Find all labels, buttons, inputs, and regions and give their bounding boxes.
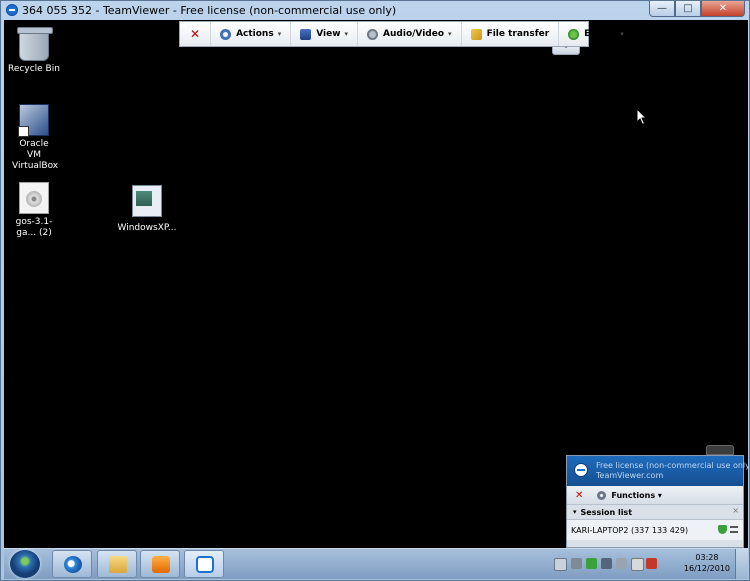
volume-muted-icon[interactable] [646, 558, 657, 569]
session-panel-tab[interactable] [706, 445, 734, 455]
clock-date: 16/12/2010 [683, 564, 730, 573]
menu-icon[interactable] [730, 526, 738, 533]
session-name: KARI-LAPTOP2 (337 133 429) [571, 525, 689, 535]
chevron-down-icon: ▾ [277, 30, 282, 38]
close-connection-button[interactable]: ✕ [180, 22, 212, 46]
chevron-down-icon: ▾ [448, 30, 452, 38]
teamviewer-icon [196, 556, 214, 573]
network-share-icon[interactable] [571, 558, 582, 569]
remote-desktop[interactable]: Recycle Bin Oracle VM VirtualBox gos-3.1… [4, 20, 748, 548]
taskbar-media-player[interactable] [140, 550, 180, 578]
desktop-icon-label: Recycle Bin [8, 64, 60, 74]
internet-explorer-icon [64, 556, 82, 573]
functions-icon [597, 490, 607, 500]
file-transfer-label: File transfer [486, 29, 550, 39]
taskbar-teamviewer[interactable] [184, 550, 224, 578]
action-center-icon[interactable] [631, 558, 644, 571]
actions-icon [220, 28, 232, 40]
session-panel: Free license (non-commercial use only) T… [566, 455, 748, 548]
extras-icon [568, 28, 580, 40]
recycle-bin-icon [17, 27, 53, 61]
session-functions-bar: ✕ Functions ▾ [567, 486, 743, 505]
taskbar: 03:28 16/12/2010 [4, 548, 748, 579]
chevron-down-icon: ▾ [620, 30, 624, 38]
speaker-icon [367, 28, 379, 40]
minimize-button[interactable]: — [649, 1, 675, 17]
keyboard-icon[interactable] [554, 558, 567, 571]
toolbar-collapse-tab[interactable]: ⌃ [552, 47, 580, 55]
clock[interactable]: 03:28 16/12/2010 [684, 552, 730, 574]
view-menu[interactable]: View ▾ [291, 22, 359, 46]
close-button[interactable]: ✕ [701, 1, 745, 17]
session-row[interactable]: KARI-LAPTOP2 (337 133 429) [567, 520, 743, 540]
taskbar-internet-explorer[interactable] [52, 550, 92, 578]
desktop-icon-gos[interactable]: gos-3.1-ga... (2) [4, 182, 67, 239]
teamviewer-logo-icon [574, 463, 588, 477]
extras-label: Extras [584, 29, 617, 39]
desktop-icon-virtualbox[interactable]: Oracle VM VirtualBox [4, 104, 67, 172]
teamviewer-logo-icon [6, 4, 18, 16]
desktop-icon-label: Oracle VM VirtualBox [12, 139, 59, 171]
session-list-header[interactable]: ▾ Session list × [567, 505, 743, 520]
audio-video-menu[interactable]: Audio/Video ▾ [358, 22, 462, 46]
battery-icon[interactable] [616, 558, 627, 569]
file-transfer-icon [470, 28, 482, 40]
actions-label: Actions [236, 29, 274, 39]
shield-icon [718, 525, 727, 534]
window-title: 364 055 352 - TeamViewer - Free license … [22, 4, 397, 17]
collapse-icon: ▾ [573, 508, 577, 516]
explorer-folder-icon [109, 556, 127, 573]
clock-time: 03:28 [695, 553, 719, 562]
start-button[interactable] [10, 550, 40, 578]
taskbar-explorer[interactable] [97, 550, 137, 578]
desktop-icon-label: WindowsXP... [117, 223, 177, 233]
extras-menu[interactable]: Extras ▾ [559, 22, 633, 46]
maximize-button[interactable]: □ [675, 1, 701, 17]
file-transfer-button[interactable]: File transfer [462, 22, 560, 46]
close-session-button[interactable]: ✕ [575, 490, 583, 501]
view-label: View [316, 29, 341, 39]
desktop-icon-label: gos-3.1-ga... (2) [15, 217, 53, 238]
teamviewer-window: 364 055 352 - TeamViewer - Free license … [0, 0, 750, 581]
actions-menu[interactable]: Actions ▾ [211, 22, 292, 46]
session-list-close-button[interactable]: × [732, 506, 739, 515]
license-text: Free license (non-commercial use only) [596, 461, 748, 470]
caption-buttons: — □ ✕ [649, 1, 745, 18]
license-site: TeamViewer.com [596, 471, 664, 480]
functions-menu[interactable]: Functions ▾ [611, 491, 662, 500]
vm-file-icon [132, 185, 162, 217]
connection-icon[interactable] [601, 558, 612, 569]
license-banner: Free license (non-commercial use only) T… [567, 456, 748, 486]
disc-image-icon [19, 182, 49, 214]
show-desktop-button[interactable] [735, 549, 748, 579]
chevron-down-icon: ▾ [344, 30, 349, 38]
desktop-icon-recycle-bin[interactable]: Recycle Bin [4, 27, 67, 75]
teamviewer-toolbar: ✕ Actions ▾ View ▾ Audio/Video ▾ File tr… [179, 21, 624, 47]
mouse-pointer-icon [636, 108, 648, 126]
media-player-icon [152, 556, 170, 573]
virtualbox-icon [18, 104, 49, 137]
session-list-label: Session list [580, 507, 633, 517]
monitor-icon [300, 28, 312, 40]
security-icon[interactable] [586, 558, 597, 569]
desktop-icon-windowsxp[interactable]: WindowsXP... [114, 182, 180, 234]
system-tray: 03:28 16/12/2010 [548, 549, 748, 579]
title-bar[interactable]: 364 055 352 - TeamViewer - Free license … [1, 1, 749, 20]
audio-video-label: Audio/Video [383, 29, 445, 39]
